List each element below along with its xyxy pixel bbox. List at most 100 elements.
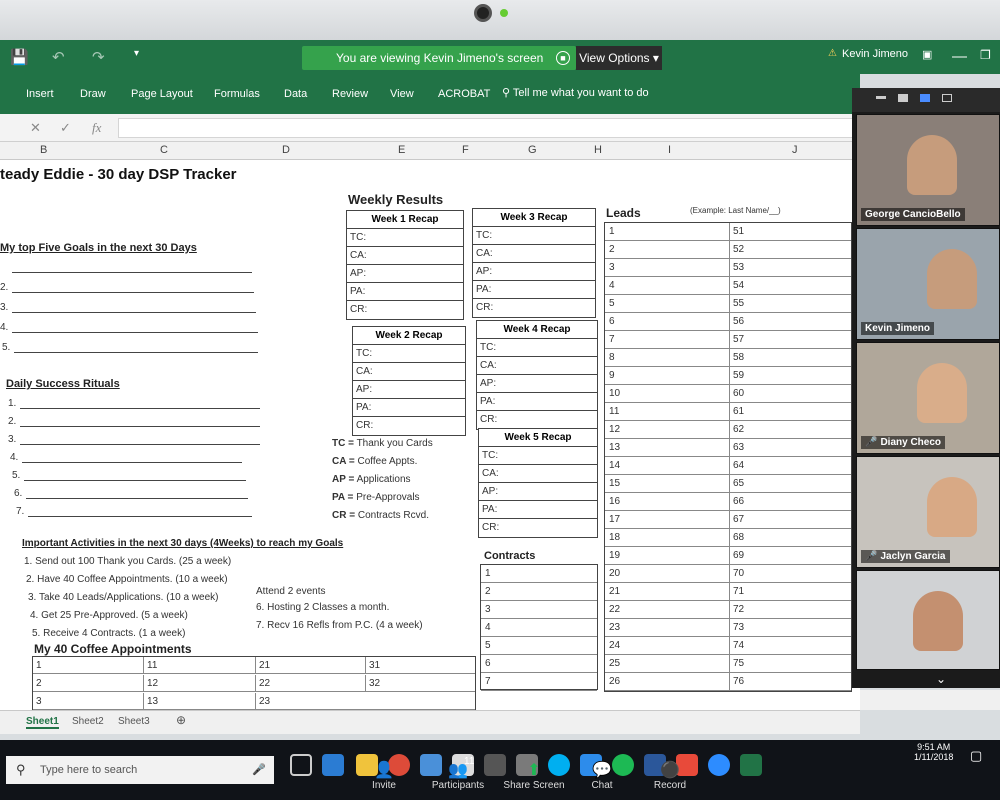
table-row[interactable]: 21 71	[605, 583, 851, 601]
fullscreen-icon[interactable]	[942, 94, 952, 102]
table-row[interactable]: 17 67	[605, 511, 851, 529]
table-row[interactable]: 3	[481, 601, 597, 619]
table-row[interactable]: 2 12 22 32	[33, 675, 475, 692]
table-row[interactable]: 22 72	[605, 601, 851, 619]
table-row[interactable]: 1 11 21 31	[33, 657, 475, 674]
recap-row[interactable]: CR:	[347, 301, 463, 319]
ritual-line[interactable]: 6.	[14, 488, 248, 499]
table-row[interactable]: 11 61	[605, 403, 851, 421]
recap-row[interactable]: CA:	[477, 357, 597, 375]
recap-row[interactable]: AP:	[347, 265, 463, 283]
sheet-tab[interactable]: Sheet1	[26, 716, 59, 729]
recap-row[interactable]: CA:	[479, 465, 597, 483]
table-row[interactable]: 4	[481, 619, 597, 637]
undo-icon[interactable]: ↶	[52, 48, 65, 66]
goal-line[interactable]: 3.	[0, 302, 256, 313]
ritual-line[interactable]: 4.	[10, 452, 242, 463]
minimize-icon[interactable]: —	[952, 48, 967, 65]
taskbar-search[interactable]: ⚲ Type here to search 🎤	[6, 756, 274, 784]
recap-row[interactable]: AP:	[479, 483, 597, 501]
table-row[interactable]: 8 58	[605, 349, 851, 367]
recap-row[interactable]: CR:	[477, 411, 597, 429]
sheet-tab[interactable]: Sheet2	[72, 716, 104, 727]
table-row[interactable]: 10 60	[605, 385, 851, 403]
save-icon[interactable]: 💾	[10, 48, 29, 66]
confirm-icon[interactable]: ✓	[60, 120, 71, 136]
recap-row[interactable]: TC:	[477, 339, 597, 357]
recap-row[interactable]: TC:	[353, 345, 465, 363]
speaker-view-icon[interactable]	[898, 94, 908, 102]
tab-review[interactable]: Review	[332, 88, 368, 100]
ritual-line[interactable]: 7.	[16, 506, 252, 517]
table-row[interactable]: 3 53	[605, 259, 851, 277]
formula-input[interactable]	[118, 118, 858, 138]
column-header[interactable]: F	[462, 144, 469, 156]
column-header[interactable]: C	[160, 144, 168, 156]
ribbon-display-icon[interactable]: ▣	[922, 48, 932, 61]
recap-row[interactable]: CA:	[353, 363, 465, 381]
video-tile[interactable]: 🎤 Diany Checo	[856, 342, 1000, 454]
customize-toolbar-icon[interactable]: ▾	[134, 48, 139, 59]
table-row[interactable]: 26 76	[605, 673, 851, 691]
table-row[interactable]: 6 56	[605, 313, 851, 331]
sheet-tab[interactable]: Sheet3	[118, 716, 150, 727]
table-row[interactable]: 12 62	[605, 421, 851, 439]
edge-icon[interactable]	[322, 754, 344, 776]
tab-insert[interactable]: Insert	[26, 88, 54, 100]
table-row[interactable]: 2 52	[605, 241, 851, 259]
column-header[interactable]: G	[528, 144, 537, 156]
cancel-icon[interactable]: ✕	[30, 120, 41, 136]
notifications-icon[interactable]: ▢	[970, 748, 982, 764]
column-header[interactable]: E	[398, 144, 405, 156]
table-row[interactable]: 14 64	[605, 457, 851, 475]
table-row[interactable]: 5 55	[605, 295, 851, 313]
goal-line[interactable]: 4.	[0, 322, 258, 333]
table-row[interactable]: 16 66	[605, 493, 851, 511]
account-name[interactable]: Kevin Jimeno	[842, 48, 908, 60]
recap-row[interactable]: AP:	[473, 263, 595, 281]
table-row[interactable]: 18 68	[605, 529, 851, 547]
zoom-icon[interactable]	[708, 754, 730, 776]
tab-data[interactable]: Data	[284, 88, 307, 100]
minimize-gallery-icon[interactable]	[876, 96, 886, 99]
add-sheet-icon[interactable]: ⊕	[176, 713, 186, 727]
table-row[interactable]: 7	[481, 673, 597, 691]
function-icon[interactable]: fx	[92, 120, 101, 136]
recap-row[interactable]: PA:	[347, 283, 463, 301]
excel-icon[interactable]	[740, 754, 762, 776]
tab-acrobat[interactable]: ACROBAT	[438, 88, 490, 100]
recap-row[interactable]: TC:	[347, 229, 463, 247]
recap-row[interactable]: CA:	[347, 247, 463, 265]
video-tile[interactable]: Kevin Jimeno	[856, 228, 1000, 340]
table-row[interactable]: 3 13 23	[33, 693, 475, 710]
invite-button[interactable]: 👤 Invite	[344, 760, 424, 791]
recap-row[interactable]: PA:	[473, 281, 595, 299]
table-row[interactable]: 13 63	[605, 439, 851, 457]
recap-row[interactable]: CR:	[353, 417, 465, 435]
table-row[interactable]: 1 51	[605, 223, 851, 241]
recap-row[interactable]: AP:	[353, 381, 465, 399]
table-row[interactable]: 9 59	[605, 367, 851, 385]
video-tile[interactable]: 🎤 Jaclyn Garcia	[856, 456, 1000, 568]
table-row[interactable]: 4 54	[605, 277, 851, 295]
table-row[interactable]: 1	[481, 565, 597, 583]
recap-row[interactable]: PA:	[479, 501, 597, 519]
participants-button[interactable]: 👥 11 Participants	[418, 756, 498, 791]
stop-share-icon[interactable]: ■	[556, 51, 570, 65]
table-row[interactable]: 20 70	[605, 565, 851, 583]
recap-row[interactable]: CR:	[479, 519, 597, 537]
gallery-view-icon[interactable]	[920, 94, 930, 102]
ritual-line[interactable]: 1.	[8, 398, 260, 409]
recap-row[interactable]: CR:	[473, 299, 595, 317]
recap-row[interactable]: AP:	[477, 375, 597, 393]
worksheet-grid[interactable]: teady Eddie - 30 day DSP Tracker My top …	[0, 160, 860, 710]
table-row[interactable]: 7 57	[605, 331, 851, 349]
tab-formulas[interactable]: Formulas	[214, 88, 260, 100]
recap-row[interactable]: TC:	[473, 227, 595, 245]
video-tile[interactable]: George CancioBello	[856, 114, 1000, 226]
table-row[interactable]: 6	[481, 655, 597, 673]
table-row[interactable]: 2	[481, 583, 597, 601]
ritual-line[interactable]: 3.	[8, 434, 260, 445]
restore-icon[interactable]: ❐	[980, 48, 991, 62]
table-row[interactable]: 24 74	[605, 637, 851, 655]
